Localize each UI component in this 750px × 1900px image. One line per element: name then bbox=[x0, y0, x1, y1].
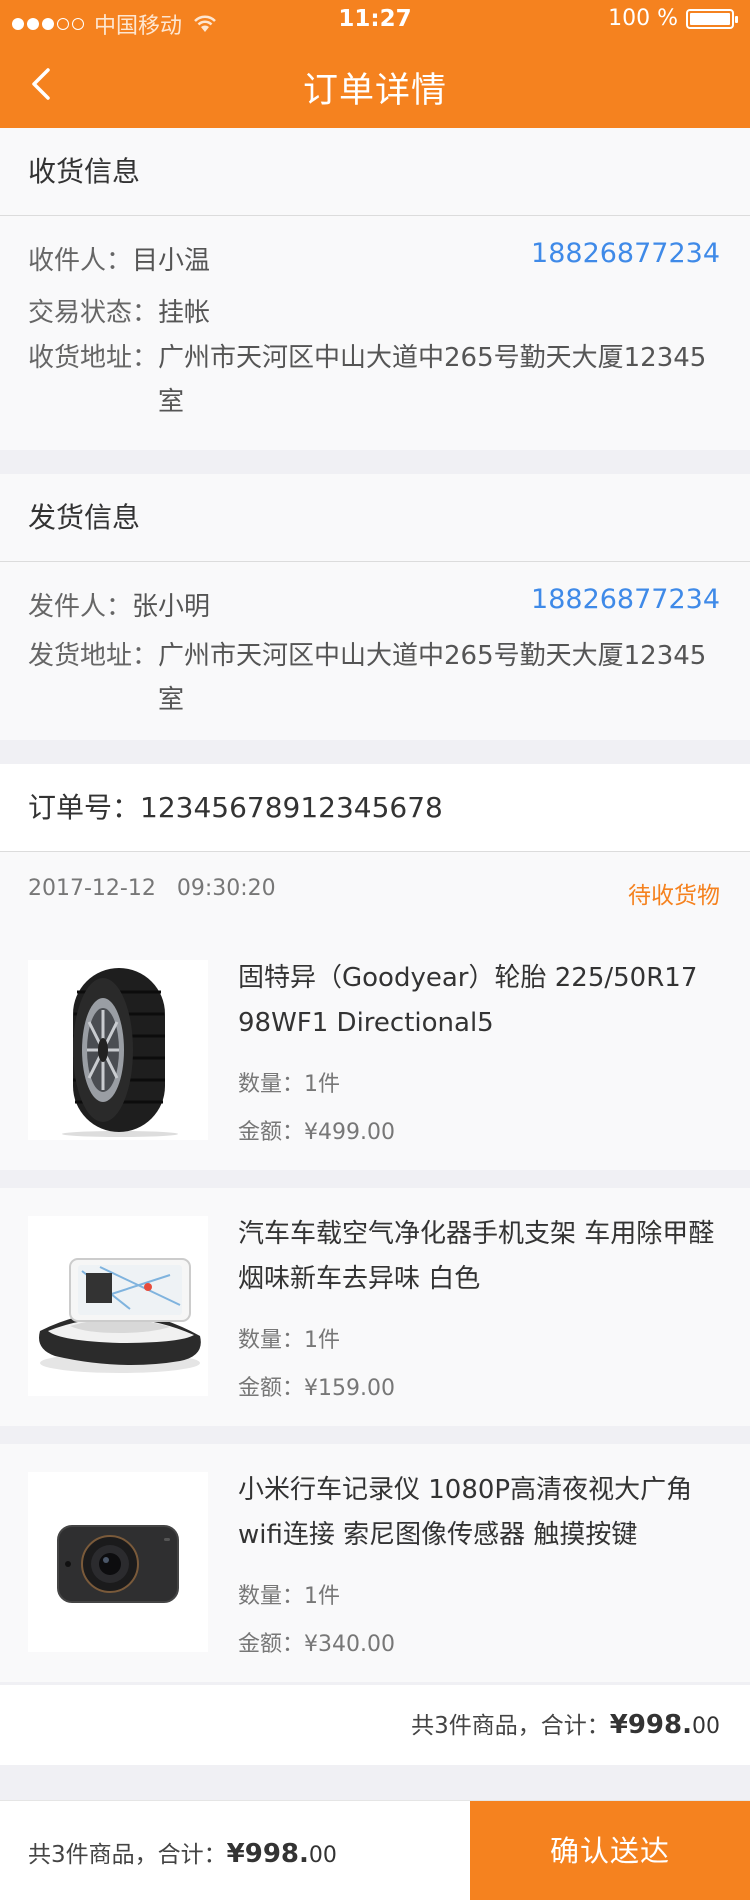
receive-info-title: 收货信息 bbox=[0, 128, 750, 216]
order-meta: 2017-12-12 09:30:20 待收货物 bbox=[0, 852, 750, 932]
summary-total-main: ¥998. bbox=[609, 1710, 692, 1740]
bottom-total-prefix: 共3件商品，合计： bbox=[28, 1842, 227, 1868]
receive-info-section: 收货信息 收件人： 目小温 18826877234 交易状态： 挂帐 收货地址：… bbox=[0, 128, 750, 450]
order-section: 订单号：12345678912345678 2017-12-12 09:30:2… bbox=[0, 764, 750, 932]
bottom-total-cents: 00 bbox=[308, 1843, 337, 1868]
ship-address-label: 发货地址： bbox=[28, 641, 159, 671]
receive-address-label: 收货地址： bbox=[28, 343, 159, 373]
item-amount: 金额：¥499.00 bbox=[238, 1120, 395, 1145]
item-qty: 数量：1件 bbox=[238, 1584, 340, 1609]
dashcam-image bbox=[28, 1472, 208, 1652]
status-bar: 中国移动 11:27 100 % bbox=[0, 0, 750, 40]
ship-info-title: 发货信息 bbox=[0, 474, 750, 562]
order-number: 12345678912345678 bbox=[140, 791, 443, 824]
receiver-phone-link[interactable]: 18826877234 bbox=[531, 238, 720, 269]
header: 中国移动 11:27 100 % 订单详情 bbox=[0, 0, 750, 128]
sender-label: 发件人： bbox=[28, 592, 133, 622]
sender-name: 张小明 bbox=[132, 592, 211, 622]
page-title: 订单详情 bbox=[302, 71, 447, 111]
receive-address-value: 广州市天河区中山大道中265号勤天大厦12345室 bbox=[158, 343, 707, 417]
trade-state-row: 交易状态： 挂帐 bbox=[28, 292, 210, 329]
ship-address-row: 发货地址： 广州市天河区中山大道中265号勤天大厦12345室 bbox=[28, 634, 718, 722]
trade-state-label: 交易状态： bbox=[28, 298, 159, 328]
item-name: 汽车车载空气净化器手机支架 车用除甲醛烟味新车去异味 白色 bbox=[238, 1219, 715, 1294]
item-amount: 金额：¥340.00 bbox=[238, 1632, 395, 1657]
order-status-badge: 待收货物 bbox=[628, 883, 720, 909]
receiver-row: 收件人： 目小温 bbox=[28, 240, 210, 277]
ship-info-section: 发货信息 发件人： 张小明 18826877234 发货地址： 广州市天河区中山… bbox=[0, 474, 750, 740]
bottom-total-main: ¥998. bbox=[226, 1839, 309, 1869]
summary-total-cents: 00 bbox=[692, 1714, 720, 1739]
battery-percent: 100 % bbox=[608, 6, 678, 31]
sender-row: 发件人： 张小明 bbox=[28, 586, 210, 623]
trade-state-value: 挂帐 bbox=[158, 298, 211, 328]
battery-icon bbox=[686, 8, 738, 29]
item-amount: 金额：¥159.00 bbox=[238, 1376, 395, 1401]
item-name: 小米行车记录仪 1080P高清夜视大广角wifi连接 索尼图像传感器 触摸按键 bbox=[238, 1475, 693, 1550]
tire-image bbox=[28, 960, 208, 1140]
item-qty: 数量：1件 bbox=[238, 1072, 340, 1097]
bottom-total: 共3件商品，合计：¥998.00 bbox=[28, 1835, 337, 1869]
bottom-bar: 共3件商品，合计：¥998.00 确认送达 bbox=[0, 1800, 750, 1900]
receiver-name: 目小温 bbox=[132, 246, 211, 276]
item-qty: 数量：1件 bbox=[238, 1328, 340, 1353]
order-number-row: 订单号：12345678912345678 bbox=[0, 764, 750, 852]
confirm-delivery-button[interactable]: 确认送达 bbox=[470, 1801, 750, 1900]
nav-bar: 订单详情 bbox=[0, 40, 750, 128]
list-item[interactable]: 固特异（Goodyear）轮胎 225/50R17 98WF1 Directio… bbox=[0, 932, 750, 1170]
receive-address-row: 收货地址： 广州市天河区中山大道中265号勤天大厦12345室 bbox=[28, 336, 718, 424]
order-number-label: 订单号： bbox=[28, 791, 141, 824]
sender-phone-link[interactable]: 18826877234 bbox=[531, 584, 720, 615]
order-summary: 共3件商品，合计：¥998.00 bbox=[0, 1685, 750, 1765]
receiver-label: 收件人： bbox=[28, 246, 133, 276]
summary-prefix: 共3件商品，合计： bbox=[411, 1713, 610, 1739]
list-item[interactable]: 汽车车载空气净化器手机支架 车用除甲醛烟味新车去异味 白色 数量：1件 金额：¥… bbox=[0, 1188, 750, 1426]
ship-address-value: 广州市天河区中山大道中265号勤天大厦12345室 bbox=[158, 641, 707, 715]
car-phone-holder-image bbox=[28, 1216, 208, 1396]
order-date: 2017-12-12 09:30:20 bbox=[28, 876, 276, 901]
item-name: 固特异（Goodyear）轮胎 225/50R17 98WF1 Directio… bbox=[238, 963, 698, 1038]
list-item[interactable]: 小米行车记录仪 1080P高清夜视大广角wifi连接 索尼图像传感器 触摸按键 … bbox=[0, 1444, 750, 1682]
